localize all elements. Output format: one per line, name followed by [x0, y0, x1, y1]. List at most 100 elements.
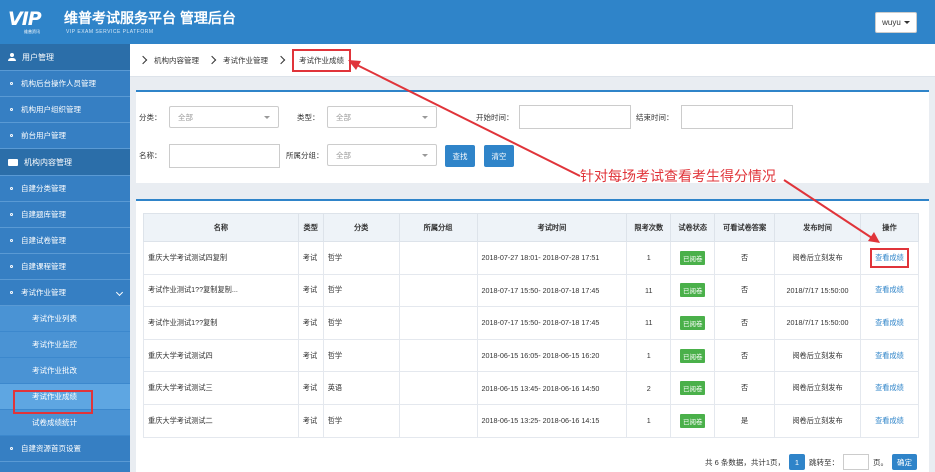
breadcrumb-item[interactable]: 考试作业管理	[223, 55, 268, 66]
col-exam-time: 考试时间	[476, 213, 628, 242]
category-select[interactable]: 全部	[169, 106, 279, 128]
bullet-icon	[10, 265, 13, 268]
view-scores-link[interactable]: 查看成绩	[875, 285, 904, 294]
sidebar-item-homepage-settings[interactable]: 自建资源首页设置	[0, 436, 130, 462]
view-scores-link[interactable]: 查看成绩	[875, 351, 904, 360]
sidebar-group-user-management[interactable]: 用户管理	[0, 44, 130, 71]
cell-publish: 阅卷后立刻发布	[774, 371, 861, 405]
bullet-icon	[10, 213, 13, 216]
col-type: 类型	[297, 213, 324, 242]
view-scores-link[interactable]: 查看成绩	[875, 416, 904, 425]
cell-limit-text: 1	[646, 351, 651, 361]
sidebar-item-front-users[interactable]: 前台用户管理	[0, 123, 130, 149]
status-badge: 已阅卷	[679, 381, 706, 396]
group-label: 所属分组：	[286, 151, 324, 160]
status-badge: 已阅卷	[679, 413, 706, 428]
sidebar-item-org-users[interactable]: 机构用户组织管理	[0, 97, 130, 123]
bullet-icon	[10, 447, 13, 450]
cell-action: 查看成绩	[859, 371, 920, 405]
end-time-input[interactable]	[681, 105, 793, 129]
cell-answer-text: 否	[741, 350, 749, 360]
cell-name: 重庆大学考试测试四复制	[143, 241, 299, 275]
cell-publish-text: 2018/7/17 15:50:00	[786, 318, 849, 328]
sidebar-sub-exam-grading[interactable]: 考试作业批改	[0, 358, 130, 384]
cell-category-text: 哲学	[327, 317, 343, 327]
cell-answer-text: 否	[741, 285, 749, 295]
cell-publish-text: 2018/7/17 15:50:00	[786, 285, 849, 295]
caret-down-icon	[903, 21, 910, 24]
cell-limit-text: 1	[646, 253, 651, 263]
cell-exam-time: 2018-07-17 15:50- 2018-07-18 17:45	[476, 273, 628, 308]
cell-name-text: 重庆大学考试测试二	[148, 415, 213, 425]
cell-name-text: 重庆大学考试测试四	[148, 350, 213, 360]
clear-button[interactable]: 清空	[484, 145, 514, 167]
sidebar-item-categories[interactable]: 自建分类管理	[0, 176, 130, 202]
cell-category: 哲学	[322, 241, 400, 275]
jump-label: 跳转至：	[809, 457, 839, 467]
cell-group	[398, 371, 478, 405]
cell-publish-text: 阅卷后立刻发布	[792, 350, 843, 360]
sidebar-group-content-management[interactable]: 机构内容管理	[0, 149, 130, 176]
cell-name-text: 重庆大学考试测试四复制	[148, 252, 228, 262]
table-row: 考试作业测试1??复制复制... 考试 哲学 2018-07-17 15:50- 20…	[143, 273, 920, 308]
view-scores-link[interactable]: 查看成绩	[875, 318, 904, 327]
sidebar-item-operators[interactable]: 机构后台操作人员管理	[0, 71, 130, 97]
brand-subtitle: VIP EXAM SERVICE PLATFORM	[66, 29, 154, 35]
sidebar-item-courses[interactable]: 自建课程管理	[0, 254, 130, 280]
cell-name: 考试作业测试1??复制	[143, 306, 299, 340]
cell-answer-text: 否	[741, 383, 749, 393]
chevron-right-icon	[207, 55, 217, 65]
sidebar-item-question-bank[interactable]: 自建题库管理	[0, 202, 130, 228]
breadcrumb-current: 考试作业成绩	[292, 48, 351, 72]
cell-publish-text: 阅卷后立刻发布	[792, 415, 843, 425]
col-status: 试卷状态	[670, 213, 716, 242]
sidebar-item-papers[interactable]: 自建试卷管理	[0, 228, 130, 254]
user-menu-button[interactable]: wuyu	[875, 12, 917, 33]
breadcrumb-item[interactable]: 机构内容管理	[154, 55, 199, 66]
cell-publish-text: 阅卷后立刻发布	[792, 252, 843, 262]
name-input[interactable]	[169, 144, 280, 168]
start-time-input[interactable]	[519, 105, 631, 129]
cell-exam-time-text: 2018-06-15 13:25- 2018-06-16 14:15	[481, 416, 600, 426]
cell-category: 哲学	[322, 403, 400, 438]
main-content: 机构内容管理 考试作业管理 考试作业成绩 分类： 全部 类型： 全部 开始时间：…	[130, 44, 935, 472]
cell-category: 哲学	[322, 273, 400, 308]
group-select[interactable]: 全部	[327, 144, 437, 166]
sidebar-sub-exam-monitor[interactable]: 考试作业监控	[0, 332, 130, 358]
table-row: 重庆大学考试测试四复制 考试 哲学 2018-07-27 18:01- 2018-07…	[143, 241, 920, 275]
cell-type-text: 考试	[302, 350, 318, 360]
cell-exam-time: 2018-06-15 13:45- 2018-06-16 14:50	[476, 371, 628, 405]
cell-action: 查看成绩	[859, 338, 920, 373]
sidebar-sub-exam-list[interactable]: 考试作业列表	[0, 306, 130, 332]
search-button[interactable]: 查找	[445, 145, 475, 167]
bullet-icon	[10, 239, 13, 242]
cell-category: 英语	[322, 371, 400, 405]
bullet-icon	[10, 187, 13, 190]
cell-category-text: 哲学	[327, 415, 343, 425]
highlight-box-sidebar	[13, 390, 93, 414]
caret-down-icon	[422, 116, 428, 119]
page-suffix: 页。	[873, 457, 888, 467]
jump-page-input[interactable]	[843, 454, 869, 470]
cell-exam-time: 2018-06-15 13:25- 2018-06-16 14:15	[476, 403, 628, 438]
cell-action: 查看成绩	[859, 241, 920, 275]
view-scores-link[interactable]: 查看成绩	[875, 383, 904, 392]
cell-group	[398, 241, 478, 275]
bullet-icon	[10, 291, 13, 294]
confirm-button[interactable]: 确定	[892, 454, 917, 470]
col-name: 名称	[143, 213, 299, 242]
cell-name: 重庆大学考试测试四	[143, 338, 299, 373]
cell-answer: 否	[714, 371, 776, 405]
cell-limit: 11	[626, 306, 672, 340]
page-1-button[interactable]: 1	[789, 454, 805, 470]
cell-action: 查看成绩	[859, 403, 920, 438]
status-badge: 已阅卷	[679, 283, 706, 298]
view-scores-link[interactable]: 查看成绩	[870, 247, 909, 268]
sidebar-item-exam-management[interactable]: 考试作业管理	[0, 280, 130, 306]
cell-type: 考试	[297, 273, 324, 308]
cell-limit-text: 11	[645, 285, 653, 295]
cell-answer-text: 是	[741, 415, 749, 425]
cell-answer: 否	[714, 306, 776, 340]
type-select[interactable]: 全部	[327, 106, 437, 128]
cell-exam-time: 2018-07-27 18:01- 2018-07-28 17:51	[476, 241, 628, 275]
